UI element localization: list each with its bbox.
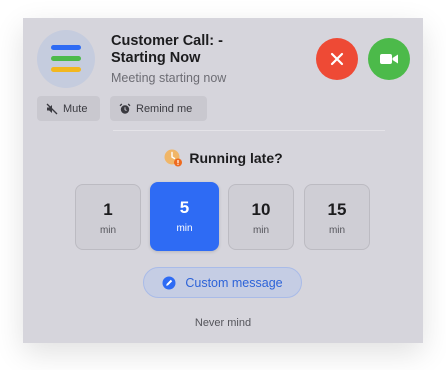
late-option-10-min[interactable]: 10 min — [228, 184, 294, 250]
option-unit: min — [176, 223, 193, 234]
meeting-app-icon — [37, 30, 95, 88]
running-late-label: Running late? — [189, 150, 283, 166]
late-option-1-min[interactable]: 1 min — [75, 184, 141, 250]
option-unit: min — [99, 225, 117, 236]
running-late-header: Running late? — [23, 148, 423, 168]
compose-icon — [162, 276, 176, 289]
late-option-15-min[interactable]: 15 min — [304, 184, 370, 250]
never-mind-link[interactable]: Never mind — [23, 317, 423, 329]
option-value: 5 — [179, 198, 190, 217]
decline-button[interactable] — [316, 38, 358, 80]
close-icon — [330, 52, 344, 66]
join-video-button[interactable] — [368, 38, 410, 80]
remind-me-label: Remind me — [136, 102, 193, 115]
mute-button[interactable]: Mute — [37, 96, 100, 121]
option-unit: min — [328, 225, 346, 236]
video-camera-icon — [380, 54, 398, 64]
custom-message-label: Custom message — [185, 275, 283, 290]
option-value: 15 — [327, 200, 347, 219]
late-option-5-min[interactable]: 5 min — [150, 182, 219, 251]
clock-alert-icon — [164, 149, 183, 167]
meeting-status: Meeting starting now — [111, 71, 227, 85]
option-value: 10 — [251, 200, 271, 219]
divider — [113, 130, 385, 131]
option-value: 1 — [103, 200, 113, 219]
option-unit: min — [252, 225, 270, 236]
meeting-title: Customer Call: - Starting Now — [111, 33, 223, 66]
mute-label: Mute — [63, 102, 88, 115]
speaker-muted-icon — [46, 103, 58, 115]
alarm-clock-icon — [119, 103, 131, 115]
custom-message-button[interactable]: Custom message — [143, 267, 302, 298]
meeting-notification-card: Customer Call: - Starting Now Meeting st… — [23, 18, 423, 343]
remind-me-button[interactable]: Remind me — [110, 96, 207, 121]
